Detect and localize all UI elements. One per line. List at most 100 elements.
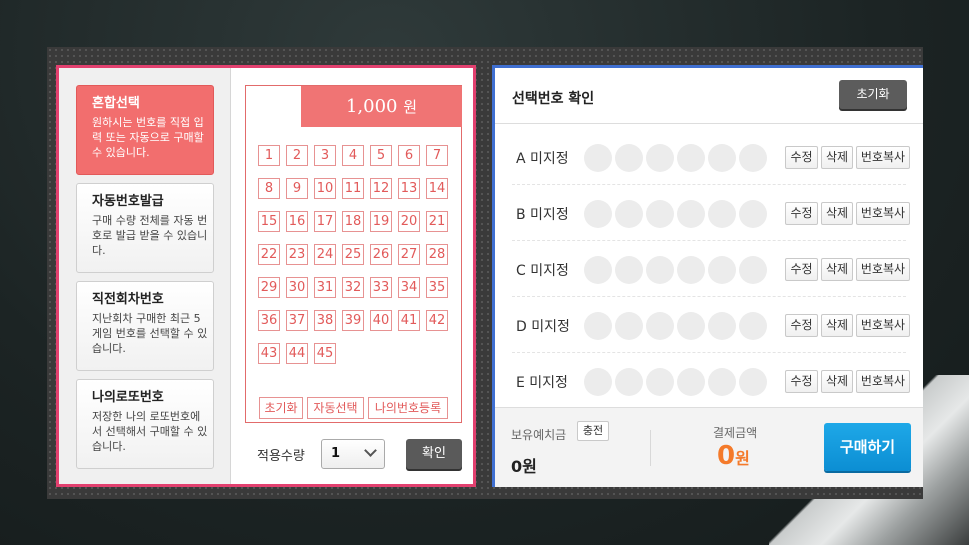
empty-ball — [677, 368, 705, 396]
empty-ball — [646, 200, 674, 228]
number-cell[interactable]: 39 — [342, 310, 364, 331]
delete-button[interactable]: 삭제 — [821, 146, 853, 169]
copy-number-button[interactable]: 번호복사 — [856, 202, 910, 225]
empty-ball — [646, 144, 674, 172]
number-cell[interactable]: 32 — [342, 277, 364, 298]
quantity-label: 적용수량 — [257, 449, 305, 464]
number-cell[interactable]: 43 — [258, 343, 280, 364]
number-cell[interactable]: 12 — [370, 178, 392, 199]
number-cell[interactable]: 42 — [426, 310, 448, 331]
empty-ball — [584, 368, 612, 396]
empty-ball — [615, 312, 643, 340]
number-cell[interactable]: 21 — [426, 211, 448, 232]
number-cell[interactable]: 45 — [314, 343, 336, 364]
number-cell[interactable]: 18 — [342, 211, 364, 232]
number-cell[interactable]: 24 — [314, 244, 336, 265]
tab-mixed-select[interactable]: 혼합선택 원하시는 번호를 직접 입력 또는 자동으로 구매할 수 있습니다. — [76, 85, 214, 175]
tab-title: 직전회차번호 — [92, 292, 164, 307]
number-cell[interactable]: 35 — [426, 277, 448, 298]
board-reset-button[interactable]: 초기화 — [259, 397, 303, 419]
tab-description: 구매 수량 전체를 자동 번호로 발급 받을 수 있습니다. — [92, 214, 208, 257]
copy-number-button[interactable]: 번호복사 — [856, 146, 910, 169]
empty-ball — [739, 256, 767, 284]
number-cell[interactable]: 19 — [370, 211, 392, 232]
delete-button[interactable]: 삭제 — [821, 202, 853, 225]
number-cell[interactable]: 38 — [314, 310, 336, 331]
empty-ball — [708, 312, 736, 340]
empty-ball — [677, 256, 705, 284]
tab-title: 혼합선택 — [92, 96, 140, 111]
selection-mode-tabs: 혼합선택 원하시는 번호를 직접 입력 또는 자동으로 구매할 수 있습니다. … — [59, 68, 231, 484]
number-cell[interactable]: 40 — [370, 310, 392, 331]
delete-button[interactable]: 삭제 — [821, 258, 853, 281]
number-cell[interactable]: 44 — [286, 343, 308, 364]
number-cell[interactable]: 23 — [286, 244, 308, 265]
delete-button[interactable]: 삭제 — [821, 370, 853, 393]
number-cell[interactable]: 33 — [370, 277, 392, 298]
number-cell[interactable]: 17 — [314, 211, 336, 232]
number-cell[interactable]: 4 — [342, 145, 364, 166]
deposit-value: 0원 — [511, 457, 537, 476]
number-cell[interactable]: 3 — [314, 145, 336, 166]
number-cell[interactable]: 5 — [370, 145, 392, 166]
number-cell[interactable]: 37 — [286, 310, 308, 331]
edit-button[interactable]: 수정 — [785, 314, 818, 337]
number-cell[interactable]: 16 — [286, 211, 308, 232]
number-cell[interactable]: 28 — [426, 244, 448, 265]
number-cell[interactable]: 25 — [342, 244, 364, 265]
number-cell[interactable]: 36 — [258, 310, 280, 331]
empty-ball — [677, 200, 705, 228]
delete-button[interactable]: 삭제 — [821, 314, 853, 337]
quantity-select[interactable]: 1 — [321, 439, 385, 469]
tab-previous-round[interactable]: 직전회차번호 지난회차 구매한 최근 5게임 번호를 선택할 수 있습니다. — [76, 281, 214, 371]
number-cell[interactable]: 34 — [398, 277, 420, 298]
number-cell[interactable]: 29 — [258, 277, 280, 298]
number-cell[interactable]: 41 — [398, 310, 420, 331]
empty-ball — [615, 200, 643, 228]
charge-button[interactable]: 충전 — [577, 421, 609, 441]
number-cell[interactable]: 9 — [286, 178, 308, 199]
empty-ball — [677, 312, 705, 340]
empty-ball — [708, 200, 736, 228]
number-cell[interactable]: 15 — [258, 211, 280, 232]
auto-select-button[interactable]: 자동선택 — [307, 397, 364, 419]
number-cell[interactable]: 1 — [258, 145, 280, 166]
edit-button[interactable]: 수정 — [785, 258, 818, 281]
number-cell[interactable]: 2 — [286, 145, 308, 166]
buy-button[interactable]: 구매하기 — [824, 423, 911, 471]
number-cell[interactable]: 22 — [258, 244, 280, 265]
number-cell[interactable]: 13 — [398, 178, 420, 199]
empty-ball — [646, 312, 674, 340]
register-my-number-button[interactable]: 나의번호등록 — [368, 397, 448, 419]
number-cell[interactable]: 11 — [342, 178, 364, 199]
reset-all-button[interactable]: 초기화 — [839, 80, 907, 109]
row-label: A 미지정 — [516, 151, 569, 167]
number-cell[interactable]: 10 — [314, 178, 336, 199]
copy-number-button[interactable]: 번호복사 — [856, 258, 910, 281]
empty-ball — [708, 256, 736, 284]
edit-button[interactable]: 수정 — [785, 202, 818, 225]
number-cell[interactable]: 31 — [314, 277, 336, 298]
quantity-value: 1 — [331, 446, 341, 461]
number-cell[interactable]: 6 — [398, 145, 420, 166]
edit-button[interactable]: 수정 — [785, 146, 818, 169]
tab-my-numbers[interactable]: 나의로또번호 저장한 나의 로또번호에서 선택해서 구매할 수 있습니다. — [76, 379, 214, 469]
number-cell[interactable]: 30 — [286, 277, 308, 298]
copy-number-button[interactable]: 번호복사 — [856, 370, 910, 393]
row-label: C 미지정 — [516, 263, 569, 279]
number-cell[interactable]: 26 — [370, 244, 392, 265]
number-selection-panel: 혼합선택 원하시는 번호를 직접 입력 또는 자동으로 구매할 수 있습니다. … — [56, 65, 476, 487]
confirm-button[interactable]: 확인 — [406, 439, 462, 469]
tab-title: 자동번호발급 — [92, 194, 164, 209]
number-cell[interactable]: 20 — [398, 211, 420, 232]
tab-auto-issue[interactable]: 자동번호발급 구매 수량 전체를 자동 번호로 발급 받을 수 있습니다. — [76, 183, 214, 273]
payment-amount: 0원 — [717, 441, 750, 471]
number-cell[interactable]: 14 — [426, 178, 448, 199]
divider — [650, 430, 651, 466]
copy-number-button[interactable]: 번호복사 — [856, 314, 910, 337]
number-cell[interactable]: 27 — [398, 244, 420, 265]
edit-button[interactable]: 수정 — [785, 370, 818, 393]
selection-row: C 미지정 수정 삭제 번호복사 — [512, 241, 910, 297]
number-cell[interactable]: 7 — [426, 145, 448, 166]
number-cell[interactable]: 8 — [258, 178, 280, 199]
